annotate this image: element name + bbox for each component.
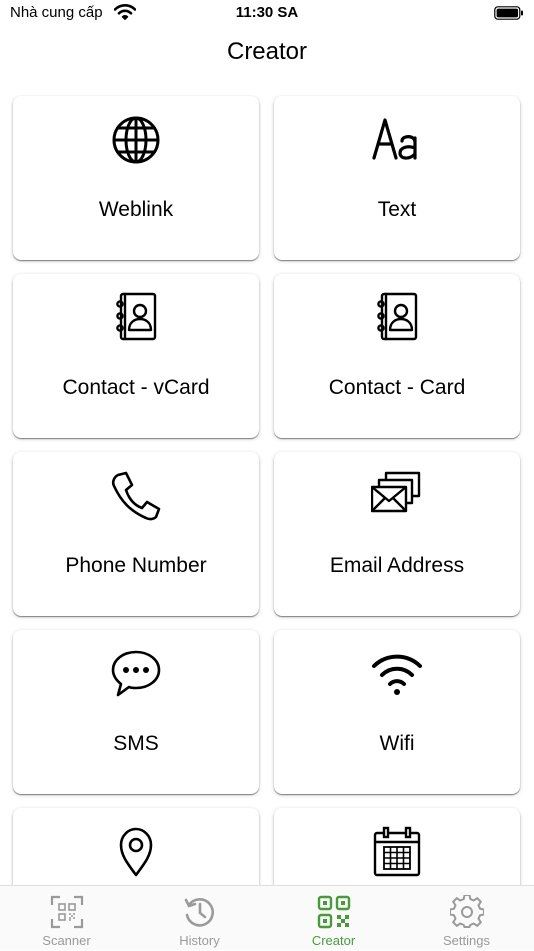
card-contact-card[interactable]: Contact - Card — [274, 274, 520, 438]
scanner-icon — [50, 895, 83, 929]
card-label: Contact - vCard — [62, 376, 210, 399]
tab-label: Scanner — [42, 933, 91, 948]
creator-grid: Weblink Text Contact - vCard Contact - C… — [0, 95, 534, 885]
calendar-icon — [274, 826, 520, 878]
card-label: Text — [377, 198, 417, 221]
gear-icon — [449, 895, 484, 928]
tab-creator[interactable]: Creator — [267, 886, 400, 951]
card-label: SMS — [113, 732, 159, 755]
card-label: Contact - Card — [328, 376, 466, 399]
text-aa-icon — [274, 114, 520, 166]
card-location[interactable] — [13, 808, 259, 885]
tab-label: History — [179, 933, 220, 948]
address-book-icon — [13, 292, 259, 344]
chat-bubble-icon — [13, 648, 259, 700]
envelopes-icon — [274, 470, 520, 522]
card-text[interactable]: Text — [274, 96, 520, 260]
tab-label: Settings — [443, 933, 490, 948]
location-pin-icon — [13, 826, 259, 878]
clock: 11:30 SA — [235, 4, 299, 21]
card-label: Wifi — [379, 732, 415, 755]
card-contact-vcard[interactable]: Contact - vCard — [13, 274, 259, 438]
tab-scanner[interactable]: Scanner — [0, 886, 133, 951]
tab-settings[interactable]: Settings — [400, 886, 533, 951]
card-weblink[interactable]: Weblink — [13, 96, 259, 260]
card-sms[interactable]: SMS — [13, 630, 259, 794]
address-book-icon — [274, 292, 520, 344]
tab-history[interactable]: History — [133, 886, 266, 951]
card-email-address[interactable]: Email Address — [274, 452, 520, 616]
card-phone-number[interactable]: Phone Number — [13, 452, 259, 616]
phone-icon — [13, 470, 259, 522]
status-bar: Nhà cung cấp 11:30 SA — [0, 0, 534, 28]
tab-label: Creator — [311, 933, 356, 948]
card-label: Email Address — [329, 554, 465, 577]
battery-icon — [494, 6, 523, 20]
card-wifi[interactable]: Wifi — [274, 630, 520, 794]
history-icon — [184, 898, 214, 927]
card-label: Weblink — [98, 198, 174, 221]
tab-bar: Scanner History Creator Settings — [0, 885, 534, 950]
card-label: Phone Number — [65, 554, 207, 577]
card-calendar[interactable] — [274, 808, 520, 885]
qr-code-icon — [317, 895, 350, 929]
wifi-icon — [274, 648, 520, 700]
page-title: Creator — [226, 38, 308, 65]
globe-icon — [13, 114, 259, 166]
